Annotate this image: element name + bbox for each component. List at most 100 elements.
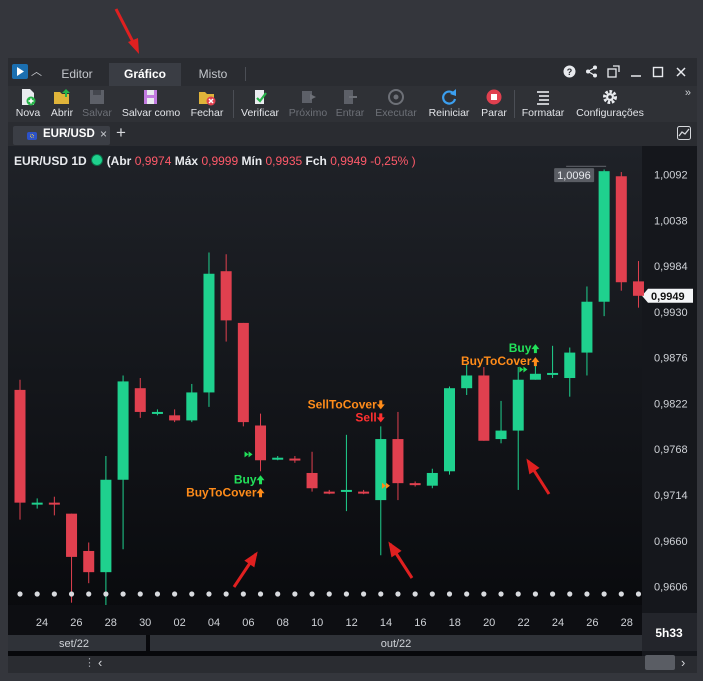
x-tick-label: 12 bbox=[345, 617, 357, 629]
session-dot bbox=[567, 591, 573, 597]
format-icon bbox=[537, 91, 549, 105]
session-dot bbox=[34, 591, 40, 597]
candle-body bbox=[186, 392, 198, 421]
candle-body bbox=[598, 171, 610, 302]
price-chart[interactable]: 1,0092 1,0038 0,9984 0,9930 0,9876 0,9822 0,97… bbox=[8, 146, 697, 673]
session-dot bbox=[378, 591, 384, 597]
chart-canvas[interactable]: 1,0092 1,0038 0,9984 0,9930 0,9876 0,9822 0,97… bbox=[8, 146, 697, 673]
next-icon bbox=[302, 91, 316, 103]
symbol-name: EUR/USD 1D bbox=[14, 154, 87, 168]
tab-grafico[interactable]: Gráfico bbox=[109, 63, 181, 86]
toolbar-overflow-icon[interactable]: » bbox=[685, 87, 691, 99]
maximize-icon[interactable] bbox=[652, 66, 664, 78]
entrar-label: Entrar bbox=[335, 107, 365, 119]
last-price-label: 0,9949 bbox=[651, 291, 685, 303]
session-dot bbox=[326, 591, 332, 597]
scroll-thumb[interactable] bbox=[645, 655, 675, 670]
enter-icon bbox=[344, 90, 357, 104]
reiniciar-button[interactable]: Reiniciar bbox=[426, 88, 472, 119]
app-logo-icon[interactable] bbox=[12, 64, 28, 79]
x-tick-label: 04 bbox=[208, 617, 220, 629]
verificar-label: Verificar bbox=[241, 107, 279, 119]
tab-misto[interactable]: Misto bbox=[184, 63, 242, 86]
x-axis-background bbox=[8, 605, 642, 635]
signal-label: Sell bbox=[355, 410, 376, 424]
symbol-tab[interactable]: EUR/USD × bbox=[13, 126, 110, 145]
candle-body bbox=[529, 373, 541, 380]
minimize-icon[interactable] bbox=[630, 66, 642, 78]
candle-body bbox=[581, 301, 593, 353]
drag-handle-icon[interactable]: ⋮ bbox=[84, 656, 95, 669]
svg-text:?: ? bbox=[567, 67, 573, 77]
symbol-tab-label: EUR/USD bbox=[43, 128, 95, 140]
formatar-button[interactable]: Formatar bbox=[518, 88, 568, 119]
session-dot bbox=[17, 591, 23, 597]
session-dot bbox=[223, 591, 229, 597]
candle-body bbox=[340, 489, 352, 492]
x-tick-label: 22 bbox=[517, 617, 529, 629]
y-tick-label: 0,9606 bbox=[654, 582, 688, 594]
session-dot bbox=[618, 591, 624, 597]
nova-button[interactable]: Nova bbox=[12, 88, 44, 119]
x-tick-label: 24 bbox=[552, 617, 564, 629]
tab-editor[interactable]: Editor bbox=[48, 63, 106, 86]
help-icon[interactable]: ? bbox=[563, 65, 576, 78]
x-tick-label: 28 bbox=[105, 617, 117, 629]
fechar-button[interactable]: Fechar bbox=[188, 88, 226, 119]
tab-divider bbox=[245, 67, 246, 81]
signal-label: SellToCover bbox=[308, 397, 377, 411]
session-dot bbox=[429, 591, 435, 597]
session-dot bbox=[515, 591, 521, 597]
candle-body bbox=[66, 513, 78, 557]
candle-body bbox=[117, 381, 129, 480]
candle-body bbox=[220, 271, 232, 321]
x-tick-label: 14 bbox=[380, 617, 392, 629]
save-as-icon bbox=[144, 90, 157, 104]
candle-body bbox=[151, 411, 163, 414]
session-dot bbox=[137, 591, 143, 597]
x-tick-label: 18 bbox=[449, 617, 461, 629]
low-label: Mín bbox=[241, 154, 263, 168]
session-dot bbox=[154, 591, 161, 597]
y-tick-label: 0,9822 bbox=[654, 398, 688, 410]
salvar-como-button[interactable]: Salvar como bbox=[118, 88, 184, 119]
signal-label: BuyToCover bbox=[461, 354, 532, 368]
symbol-tab-close-icon[interactable]: × bbox=[100, 127, 107, 141]
x-tick-label: 16 bbox=[414, 617, 426, 629]
configuracoes-button[interactable]: Configurações bbox=[574, 88, 646, 119]
chart-type-icon[interactable] bbox=[677, 126, 691, 140]
session-dot bbox=[635, 591, 642, 597]
candle-body bbox=[444, 388, 455, 472]
executar-button[interactable]: Executar bbox=[372, 88, 420, 119]
candle-body bbox=[564, 352, 576, 379]
live-status-icon bbox=[90, 154, 103, 166]
entrar-button[interactable]: Entrar bbox=[332, 88, 368, 119]
parar-button[interactable]: Parar bbox=[476, 88, 512, 119]
configuracoes-label: Configurações bbox=[576, 107, 644, 119]
session-dot bbox=[275, 591, 281, 597]
close-icon[interactable] bbox=[675, 66, 687, 78]
session-dot bbox=[189, 591, 195, 597]
formatar-label: Formatar bbox=[521, 107, 565, 119]
month-label: out/22 bbox=[381, 638, 412, 650]
eu-flag-icon bbox=[27, 132, 37, 140]
parar-label: Parar bbox=[481, 107, 507, 119]
horizontal-scrollbar[interactable]: ⋮ ‹ › bbox=[8, 655, 697, 673]
execute-icon bbox=[388, 89, 404, 105]
share-icon[interactable] bbox=[585, 65, 598, 78]
scroll-left-icon[interactable]: ‹ bbox=[98, 655, 102, 670]
scroll-right-icon[interactable]: › bbox=[681, 655, 685, 670]
session-dot bbox=[481, 591, 487, 597]
candle-body bbox=[478, 375, 490, 441]
add-tab-icon[interactable]: + bbox=[116, 123, 126, 143]
new-file-icon bbox=[22, 89, 36, 106]
chevron-up-icon[interactable]: ︿ bbox=[31, 63, 42, 79]
abrir-label: Abrir bbox=[50, 107, 74, 119]
abrir-button[interactable]: Abrir bbox=[46, 88, 78, 119]
undock-icon[interactable] bbox=[607, 65, 620, 78]
verificar-button[interactable]: Verificar bbox=[238, 88, 282, 119]
y-tick-label: 0,9660 bbox=[654, 536, 688, 548]
candle-body bbox=[547, 372, 559, 375]
salvar-button[interactable]: Salvar bbox=[80, 88, 114, 119]
proximo-button[interactable]: Próximo bbox=[286, 88, 330, 119]
